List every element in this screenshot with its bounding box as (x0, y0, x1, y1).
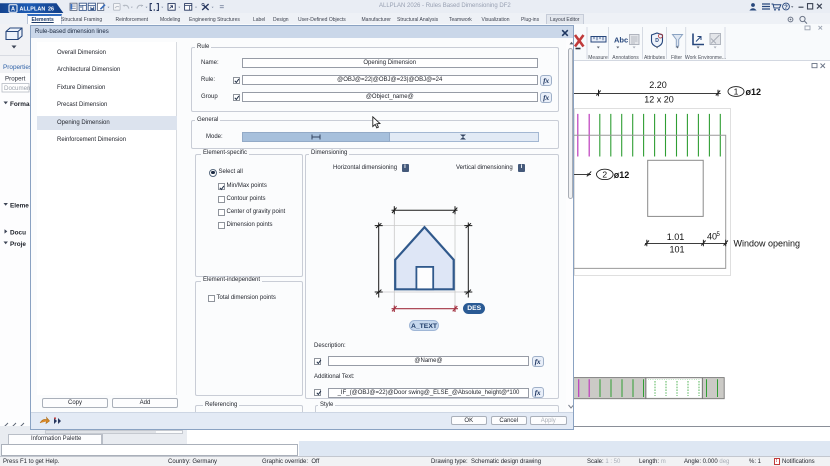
svg-text:Abc: Abc (614, 36, 628, 45)
svg-text:ALLPLAN: ALLPLAN (20, 7, 46, 13)
svg-text:ø12: ø12 (746, 87, 762, 97)
svg-text:ø12: ø12 (614, 170, 630, 180)
svg-text:5: 5 (717, 232, 721, 238)
svg-text:Propert: Propert (5, 76, 26, 83)
svg-text:Forma: Forma (10, 101, 30, 108)
svg-text:40: 40 (707, 232, 717, 242)
svg-text:Eleme: Eleme (10, 203, 29, 210)
svg-text:1.01: 1.01 (667, 232, 685, 242)
svg-text:2.20: 2.20 (649, 80, 667, 90)
svg-text:26: 26 (48, 7, 54, 13)
svg-text:D: D (655, 38, 659, 44)
svg-text:Properties: Properties (3, 64, 30, 71)
svg-text:12 x 20: 12 x 20 (644, 95, 674, 105)
svg-text:?: ? (784, 5, 788, 11)
svg-text:1: 1 (734, 87, 739, 97)
svg-text:A: A (11, 7, 15, 13)
svg-text:Documen: Documen (4, 85, 30, 92)
svg-text:2: 2 (602, 170, 607, 180)
svg-text:Proje: Proje (10, 241, 26, 248)
svg-text:Docu: Docu (10, 230, 26, 237)
svg-text:101: 101 (669, 245, 684, 255)
svg-text:Window opening: Window opening (734, 239, 801, 249)
